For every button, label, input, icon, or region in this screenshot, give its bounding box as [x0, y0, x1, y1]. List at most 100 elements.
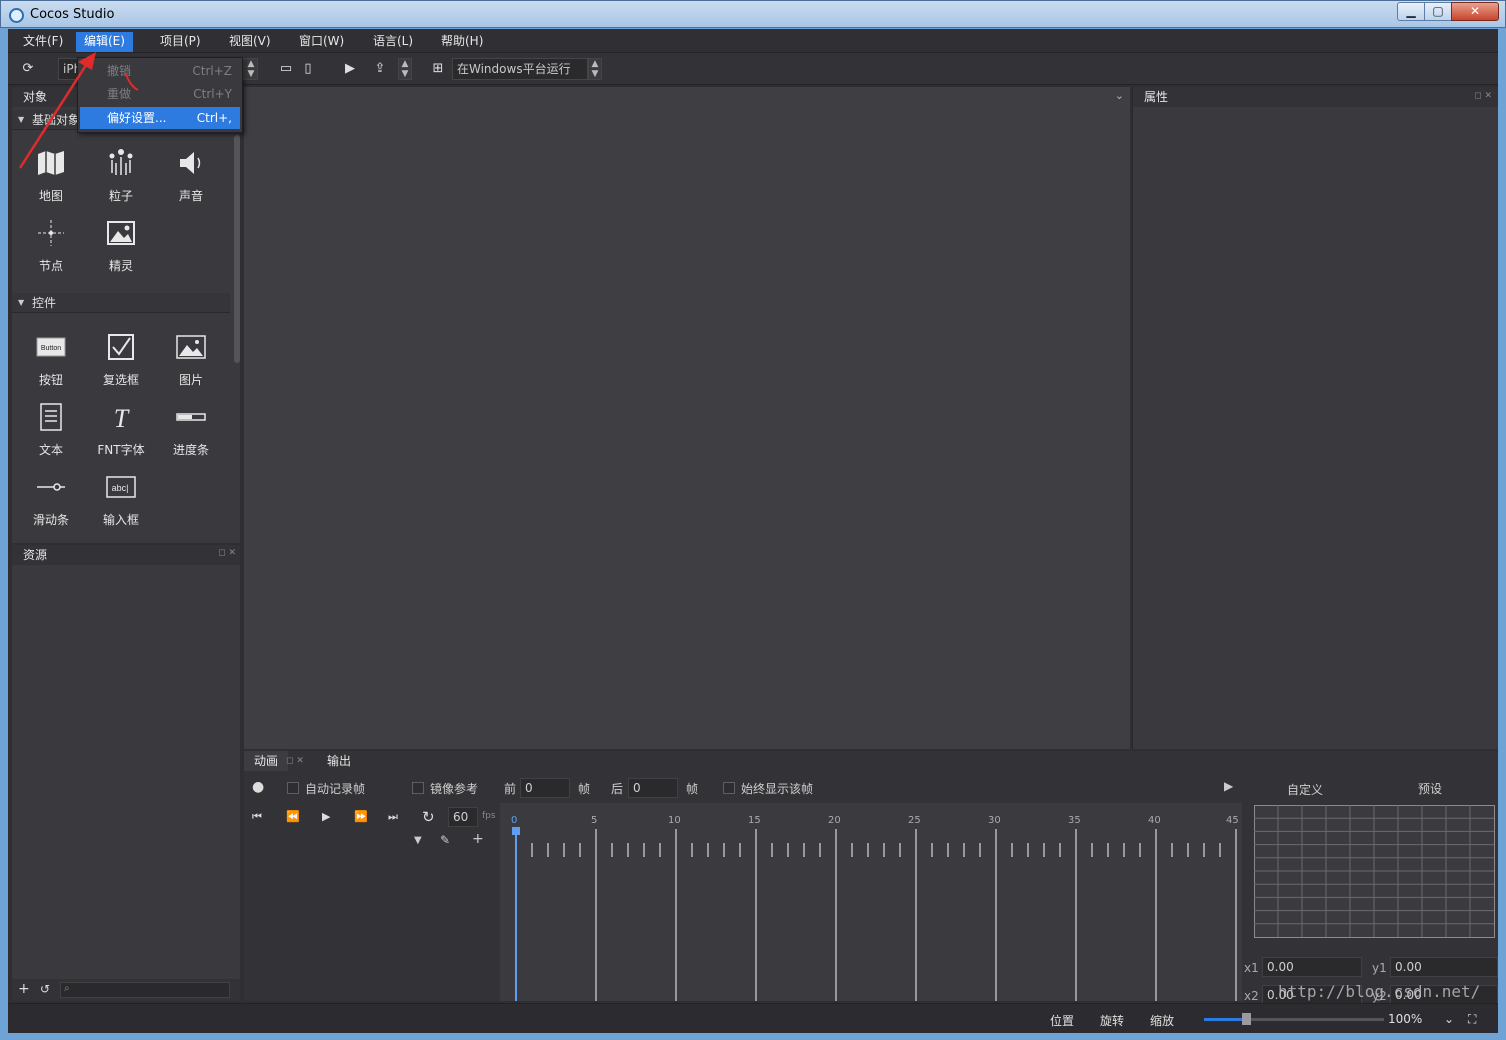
object-sprite[interactable]: 精灵	[86, 209, 156, 279]
control-image[interactable]: 图片	[156, 323, 226, 393]
ruler-label-45: 45	[1226, 815, 1239, 826]
object-node-label: 节点	[38, 259, 63, 273]
fps-input[interactable]: 60	[448, 807, 478, 827]
slider-icon	[37, 483, 65, 491]
control-slider[interactable]: 滑动条	[16, 463, 86, 533]
portrait-icon[interactable]: ▯	[298, 59, 318, 79]
zoom-dropdown-icon[interactable]: ⌄	[1444, 1012, 1454, 1026]
object-sprite-label: 精灵	[108, 259, 133, 273]
menu-language[interactable]: 语言(L)	[365, 32, 421, 52]
publish-icon[interactable]: ⇪	[370, 59, 390, 79]
minimize-button[interactable]: ▁	[1397, 2, 1425, 21]
x1-input[interactable]: 0.00	[1262, 957, 1362, 977]
last-frame-icon[interactable]: ⏭	[388, 810, 398, 824]
after-label: 后	[611, 782, 624, 796]
resources-panel: 资源 ◻ ✕	[12, 545, 240, 1001]
record-icon[interactable]: ●	[252, 779, 264, 795]
tab-animation[interactable]: 动画	[244, 751, 289, 771]
scene-canvas[interactable]: ⌄	[244, 87, 1130, 749]
textfield-icon: abc|	[106, 476, 136, 498]
svg-text:T: T	[114, 404, 130, 433]
refresh-icon[interactable]: ↺	[40, 982, 50, 996]
run-target-select[interactable]: 在Windows平台运行	[452, 58, 588, 80]
preset-label[interactable]: 预设	[1418, 780, 1442, 797]
add-track-icon[interactable]: +	[472, 831, 484, 847]
publish-spinner[interactable]: ▲ ▼	[398, 58, 412, 80]
landscape-icon[interactable]: ▭	[276, 59, 296, 79]
add-icon[interactable]: +	[18, 981, 30, 997]
mirror-ref-checkbox[interactable]	[412, 782, 424, 794]
app-window: 文件(F) 编辑(E) 项目(P) 视图(V) 窗口(W) 语言(L) 帮助(H…	[8, 29, 1498, 1033]
section-controls[interactable]: ▼ 控件	[12, 293, 230, 313]
properties-panel-title: 属性	[1133, 87, 1498, 107]
fit-screen-icon[interactable]: ⛶	[1468, 1012, 1476, 1027]
svg-text:abc|: abc|	[112, 483, 129, 493]
close-button[interactable]: ✕	[1451, 2, 1499, 21]
control-checkbox[interactable]: 复选框	[86, 323, 156, 393]
control-textfield[interactable]: abc| 输入框	[86, 463, 156, 533]
panel-close-icon[interactable]: ◻ ✕	[286, 756, 304, 766]
fast-forward-icon[interactable]: ⏩	[354, 810, 368, 823]
panel-close-icon[interactable]: ◻ ✕	[1474, 91, 1492, 101]
after-input[interactable]: 0	[628, 778, 678, 798]
before-label: 前	[504, 782, 517, 796]
mode-scale[interactable]: 缩放	[1150, 1012, 1174, 1029]
control-text[interactable]: 文本	[16, 393, 86, 463]
zoom-slider-track[interactable]	[1248, 1018, 1384, 1021]
timeline[interactable]: 0 5 10 15 20 25 30 35 40 45	[500, 803, 1242, 1001]
ruler-label-5: 5	[591, 815, 598, 826]
menu-preferences-shortcut: Ctrl+,	[196, 111, 232, 125]
object-audio[interactable]: 声音	[156, 139, 226, 209]
control-progress[interactable]: 进度条	[156, 393, 226, 463]
control-text-label: 文本	[38, 443, 63, 457]
pencil-icon[interactable]: ✎	[440, 833, 450, 847]
ruler-label-25: 25	[908, 815, 921, 826]
zoom-value[interactable]: 100%	[1388, 1012, 1422, 1026]
maximize-button[interactable]: ▢	[1424, 2, 1452, 21]
curve-grid[interactable]	[1254, 805, 1506, 945]
menu-project[interactable]: 项目(P)	[152, 32, 209, 52]
before-input[interactable]: 0	[520, 778, 570, 798]
auto-record-checkbox[interactable]	[287, 782, 299, 794]
window-titlebar: Cocos Studio ▁ ▢ ✕	[0, 0, 1506, 28]
run-icon[interactable]: ▶	[340, 59, 360, 79]
chevron-down-icon[interactable]: ▼	[414, 835, 422, 846]
first-frame-icon[interactable]: ⏮	[252, 810, 262, 824]
watermark: http://blog.csdn.net/	[1278, 982, 1481, 1001]
loop-icon[interactable]: ↻	[422, 808, 435, 826]
panel-close-icon[interactable]: ◻ ✕	[218, 548, 236, 558]
ruler-label-10: 10	[668, 815, 681, 826]
menu-window[interactable]: 窗口(W)	[291, 32, 352, 52]
run-target-spinner[interactable]: ▲ ▼	[588, 58, 602, 80]
image-icon	[176, 335, 206, 359]
device-spinner[interactable]: ▲ ▼	[244, 58, 258, 80]
always-show-checkbox[interactable]	[723, 782, 735, 794]
zoom-slider-thumb[interactable]	[1242, 1013, 1251, 1025]
rewind-icon[interactable]: ⏪	[286, 810, 300, 823]
chevron-down-icon[interactable]: ⌄	[1115, 89, 1124, 102]
play-icon[interactable]: ▶	[322, 810, 330, 823]
resource-search-input[interactable]: ⌕	[60, 982, 230, 998]
mode-rotate[interactable]: 旋转	[1100, 1012, 1124, 1029]
play-marker-icon[interactable]: ▶	[1224, 779, 1233, 793]
custom-label[interactable]: 自定义	[1287, 781, 1323, 798]
control-button[interactable]: Button 按钮	[16, 323, 86, 393]
mode-position[interactable]: 位置	[1050, 1012, 1074, 1029]
button-icon: Button	[36, 337, 66, 357]
ruler-label-30: 30	[988, 815, 1001, 826]
statusbar: 位置 旋转 缩放 100% ⌄ ⛶	[8, 1003, 1498, 1033]
resources-toolbar: + ↺ ⌕	[12, 979, 240, 1001]
menubar: 文件(F) 编辑(E) 项目(P) 视图(V) 窗口(W) 语言(L) 帮助(H…	[8, 29, 1498, 53]
section-controls-label: 控件	[32, 296, 57, 310]
y1-input[interactable]: 0.00	[1390, 957, 1498, 977]
menu-redo-shortcut: Ctrl+Y	[193, 87, 232, 101]
tab-output[interactable]: 输出	[317, 751, 361, 771]
control-fnt-font[interactable]: T FNT字体	[86, 393, 156, 463]
menu-view[interactable]: 视图(V)	[221, 32, 279, 52]
menu-help[interactable]: 帮助(H)	[433, 32, 491, 52]
control-image-label: 图片	[178, 373, 203, 387]
objects-scrollbar[interactable]	[234, 135, 240, 363]
object-node[interactable]: 节点	[16, 209, 86, 279]
fps-unit: fps	[482, 811, 496, 821]
object-audio-label: 声音	[178, 189, 203, 203]
